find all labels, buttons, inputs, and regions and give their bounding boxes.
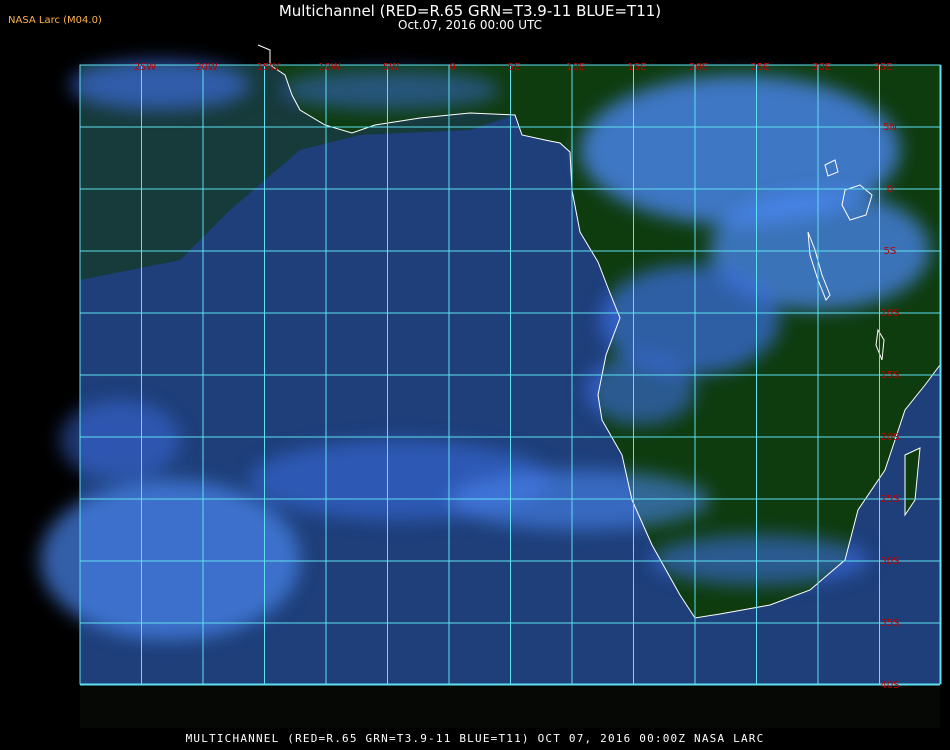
latitude-label: 40S <box>880 680 899 691</box>
longitude-label: 20E <box>689 62 708 73</box>
longitude-label: 5W <box>383 62 399 73</box>
longitude-label: 20W <box>195 62 218 73</box>
longitude-label: 30E <box>812 62 831 73</box>
longitude-label: 15E <box>627 62 646 73</box>
longitude-label: 35E <box>873 62 892 73</box>
cloud-nw <box>70 60 250 110</box>
longitude-label: 10W <box>318 62 341 73</box>
cloud-front <box>450 470 710 530</box>
cloud-south-africa <box>650 535 870 585</box>
cloud-south-atlantic-w <box>40 480 300 640</box>
longitude-label: 15W <box>257 62 280 73</box>
latitude-label: 0 <box>887 184 893 195</box>
latitude-label: 35S <box>880 618 899 629</box>
cloud-west <box>60 400 180 480</box>
satellite-map: 25W 20W 15W 10W 5W 0 5E 10E 15E 20E 25E 30E 35E 5N 0 5… <box>40 44 942 728</box>
map-bottom-strip <box>80 684 940 728</box>
longitude-label: 5E <box>508 62 521 73</box>
longitude-label: 0 <box>449 62 455 73</box>
latitude-label: 15S <box>880 370 899 381</box>
longitude-label: 25W <box>134 62 157 73</box>
longitude-label: 25E <box>750 62 769 73</box>
latitude-label: 25S <box>880 494 899 505</box>
latitude-label: 10S <box>880 308 899 319</box>
longitude-label: 10E <box>566 62 585 73</box>
cloud-north-band <box>280 70 500 110</box>
latitude-label: 5S <box>884 246 897 257</box>
latitude-label: 20S <box>880 432 899 443</box>
latitude-label: 5N <box>883 122 897 133</box>
footer-caption: MULTICHANNEL (RED=R.65 GRN=T3.9-11 BLUE=… <box>185 732 765 745</box>
latitude-label: 30S <box>880 556 899 567</box>
